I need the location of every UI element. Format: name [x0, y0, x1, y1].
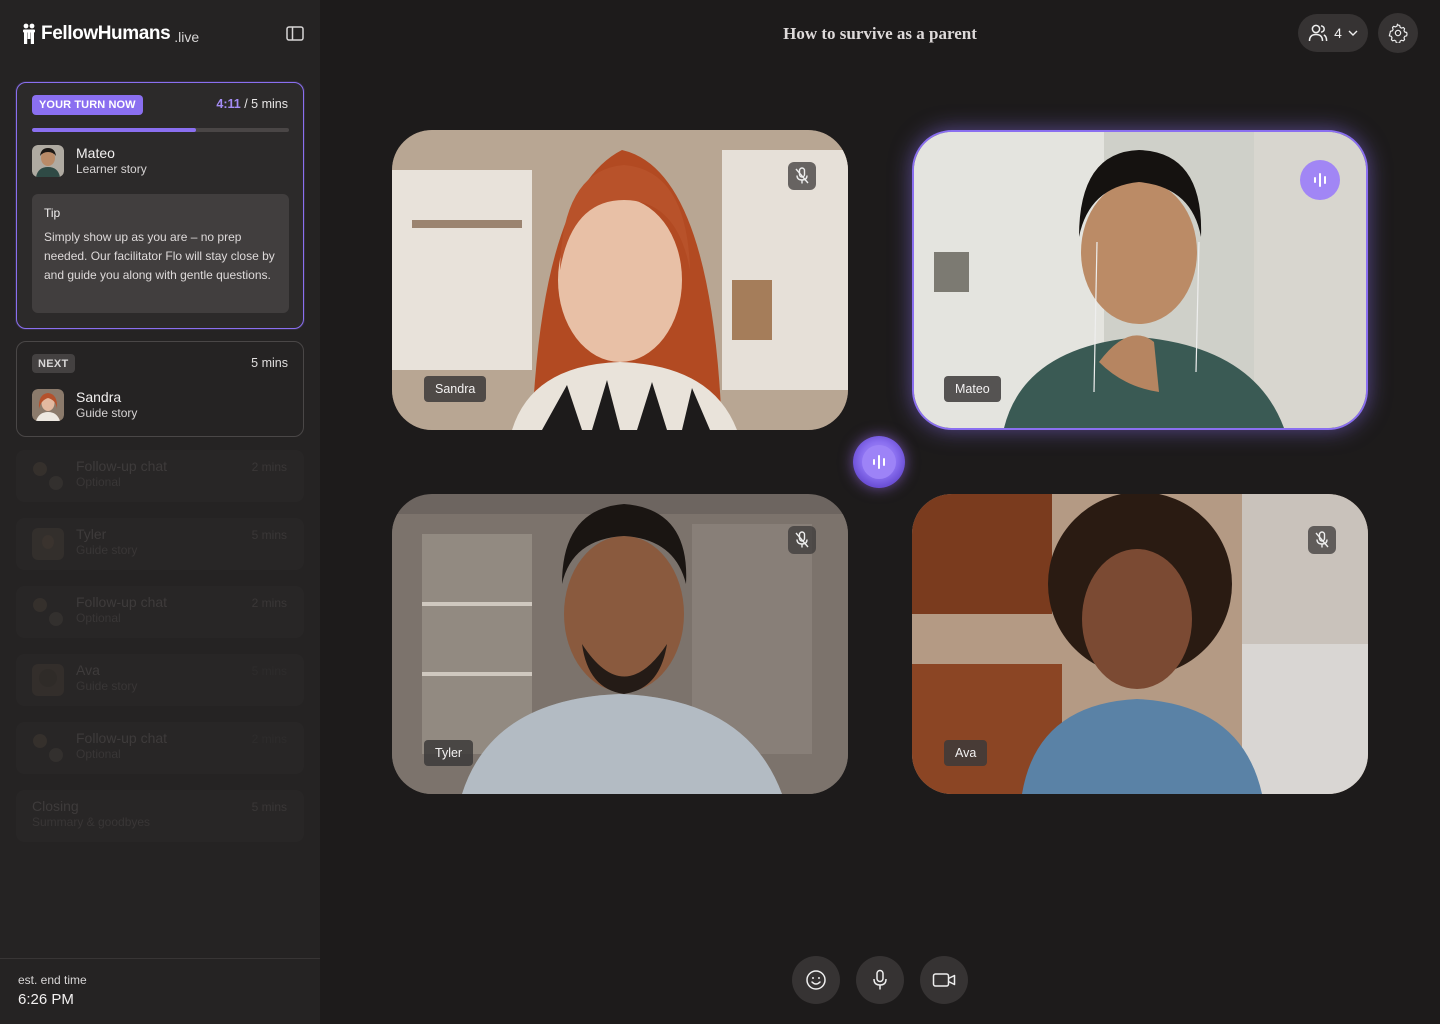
- microphone-button[interactable]: [856, 956, 904, 1004]
- participant-name-tag: Mateo: [944, 376, 1001, 402]
- queue-item-title: Follow-up chat: [76, 458, 168, 474]
- next-duration: 5 mins: [251, 356, 288, 370]
- sidebar-toggle-button[interactable]: [283, 22, 307, 44]
- mic-muted-indicator: [788, 162, 816, 190]
- avatar: [32, 389, 64, 421]
- queue-item-title: Ava: [76, 662, 100, 678]
- avatar: [32, 528, 64, 560]
- facilitator-orb[interactable]: [853, 436, 905, 488]
- facilitator-orb-inner: [862, 445, 896, 479]
- list-item[interactable]: Follow-up chat Optional 2 mins: [16, 722, 304, 774]
- current-speaker-name: Mateo: [76, 145, 115, 161]
- brand-name: FellowHumans: [41, 23, 171, 44]
- queue-item-duration: 5 mins: [251, 800, 287, 814]
- participants-count: 4: [1334, 25, 1342, 41]
- end-time-value: 6:26 PM: [18, 991, 74, 1008]
- current-speaker-role: Learner story: [76, 162, 147, 176]
- follow-up-chat-icon: [33, 598, 63, 626]
- avatar: [32, 664, 64, 696]
- list-item[interactable]: Follow-up chat Optional 2 mins: [16, 586, 304, 638]
- queue-item-duration: 2 mins: [251, 460, 287, 474]
- video-tile-mateo[interactable]: Mateo: [912, 130, 1368, 430]
- queue-item-subtitle: Optional: [76, 747, 121, 761]
- list-item[interactable]: Tyler Guide story 5 mins: [16, 518, 304, 570]
- queue-item-duration: 5 mins: [251, 528, 287, 542]
- sidebar: FellowHumans .live YOUR TURN NOW 4:11 / …: [0, 0, 320, 1024]
- queue-item-subtitle: Optional: [76, 611, 121, 625]
- camera-icon: [932, 973, 956, 987]
- tip-text: Simply show up as you are – no prep need…: [44, 230, 275, 282]
- settings-button[interactable]: [1378, 13, 1418, 53]
- mic-off-icon: [795, 167, 809, 184]
- session-title: How to survive as a parent: [783, 24, 977, 43]
- turn-progress-fill: [32, 128, 197, 132]
- queue-item-title: Follow-up chat: [76, 730, 168, 746]
- audio-wave-icon: [873, 455, 885, 469]
- next-speaker: Sandra Guide story: [32, 389, 137, 421]
- sidebar-toggle-icon: [286, 25, 304, 41]
- chevron-down-icon: [1348, 30, 1358, 36]
- reactions-button[interactable]: [792, 956, 840, 1004]
- tip-box: Tip Simply show up as you are – no prep …: [32, 194, 289, 313]
- list-item[interactable]: Ava Guide story 5 mins: [16, 654, 304, 706]
- current-turn-card: YOUR TURN NOW 4:11 / 5 mins Mateo Learne…: [16, 82, 304, 329]
- queue-item-title: Follow-up chat: [76, 594, 168, 610]
- participant-name-tag: Sandra: [424, 376, 487, 402]
- timer-elapsed: 4:11: [216, 97, 241, 111]
- next-speaker-name: Sandra: [76, 389, 122, 405]
- speaking-indicator: [1300, 160, 1340, 200]
- emoji-icon: [806, 970, 826, 990]
- queue-item-subtitle: Summary & goodbyes: [32, 815, 151, 829]
- mic-muted-indicator: [1308, 526, 1336, 554]
- video-tile-tyler[interactable]: Tyler: [392, 494, 848, 794]
- queue-item-title: Tyler: [76, 526, 107, 542]
- brand-logo[interactable]: FellowHumans .live: [20, 22, 199, 46]
- avatar: [32, 145, 64, 177]
- video-tile-ava[interactable]: Ava: [912, 494, 1368, 794]
- microphone-icon: [873, 969, 887, 990]
- next-badge: NEXT: [32, 354, 75, 373]
- queue-item-subtitle: Optional: [76, 475, 121, 489]
- sidebar-footer: est. end time 6:26 PM: [0, 958, 320, 1024]
- tip-title: Tip: [44, 206, 61, 220]
- mic-off-icon: [795, 531, 809, 548]
- audio-wave-icon: [1314, 173, 1326, 187]
- queue-item-duration: 2 mins: [251, 732, 287, 746]
- turn-progress-bar: [32, 128, 289, 132]
- mic-off-icon: [1315, 531, 1329, 548]
- turn-timer: 4:11 / 5 mins: [216, 97, 288, 111]
- queue-item-duration: 5 mins: [251, 664, 287, 678]
- participant-name-tag: Tyler: [424, 740, 474, 766]
- end-time-label: est. end time: [18, 973, 87, 987]
- follow-up-chat-icon: [33, 462, 63, 490]
- queue-item-duration: 2 mins: [251, 596, 287, 610]
- video-tile-sandra[interactable]: Sandra: [392, 130, 848, 430]
- follow-up-chat-icon: [33, 734, 63, 762]
- camera-button[interactable]: [920, 956, 968, 1004]
- participant-name-tag: Ava: [944, 740, 988, 766]
- queue-item-subtitle: Guide story: [76, 679, 138, 693]
- logo-mark-icon: [23, 23, 35, 44]
- next-speaker-role: Guide story: [76, 406, 138, 420]
- mic-muted-indicator: [788, 526, 816, 554]
- list-item[interactable]: Closing Summary & goodbyes 5 mins: [16, 790, 304, 842]
- next-turn-card[interactable]: NEXT 5 mins Sandra Guide story: [16, 341, 304, 437]
- brand-suffix: .live: [174, 29, 200, 45]
- queue-item-title: Closing: [32, 798, 79, 814]
- queue-item-subtitle: Guide story: [76, 543, 138, 557]
- users-icon: [1308, 24, 1328, 42]
- gear-icon: [1388, 23, 1408, 43]
- current-speaker: Mateo Learner story: [32, 145, 147, 177]
- timer-total: / 5 mins: [240, 97, 288, 111]
- your-turn-badge: YOUR TURN NOW: [32, 95, 143, 115]
- participants-button[interactable]: 4: [1298, 14, 1368, 52]
- list-item[interactable]: Follow-up chat Optional 2 mins: [16, 450, 304, 502]
